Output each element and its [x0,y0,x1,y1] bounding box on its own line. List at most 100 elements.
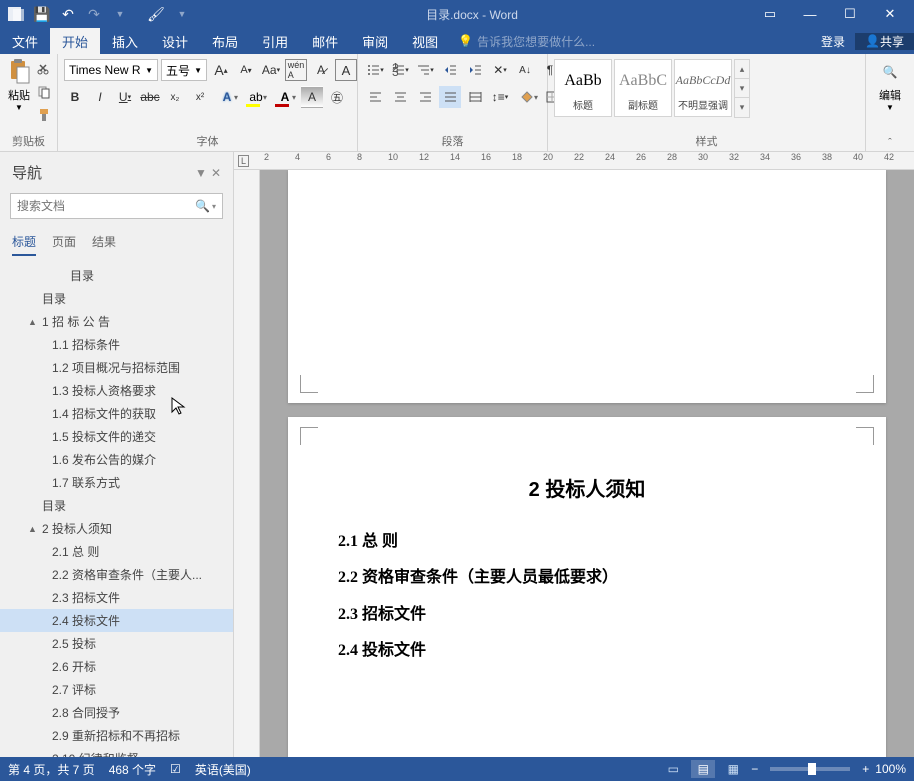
tab-review[interactable]: 审阅 [350,28,400,54]
document-scroll[interactable]: 2 投标人须知 2.1 总 则 2.2 资格审查条件（主要人员最低要求） 2.3… [234,170,914,757]
text-effects-button[interactable]: A▾ [214,86,240,108]
tab-insert[interactable]: 插入 [100,28,150,54]
ruler-horizontal[interactable]: L 24681012141618202224262830323436384042 [234,152,914,170]
status-proofing-icon[interactable]: ☑ [170,762,181,776]
undo-icon[interactable]: ↶ [56,2,80,26]
nav-dropdown-icon[interactable]: ▼ [195,166,207,180]
expand-icon[interactable]: ▲ [28,317,42,327]
align-right-button[interactable] [414,86,436,108]
maximize-icon[interactable]: ☐ [830,0,870,28]
nav-search[interactable]: 🔍▾ [10,193,223,219]
nav-item[interactable]: 2.7 评标 [0,678,233,701]
nav-item[interactable]: 2.1 总 则 [0,540,233,563]
nav-item[interactable]: 1.1 招标条件 [0,333,233,356]
view-read-icon[interactable]: ▭ [661,760,685,778]
asian-layout-button[interactable]: ✕▾ [489,59,511,81]
nav-item[interactable]: 目录 [0,494,233,517]
zoom-out-icon[interactable]: − [751,762,758,776]
nav-item[interactable]: ▲2 投标人须知 [0,517,233,540]
change-case-button[interactable]: Aa▾ [260,59,282,81]
tab-mailings[interactable]: 邮件 [300,28,350,54]
nav-item[interactable]: 2.9 重新招标和不再招标 [0,724,233,747]
qat-dropdown-icon[interactable]: ▼ [170,2,194,26]
sort-button[interactable]: A↓ [514,59,536,81]
minimize-icon[interactable]: — [790,0,830,28]
shading-button[interactable]: ▾ [514,86,540,108]
zoom-level[interactable]: 100% [875,762,906,776]
nav-tab-pages[interactable]: 页面 [52,233,76,256]
font-size-select[interactable]: 五号▼ [161,59,207,81]
style-emphasis[interactable]: AaBbCcDd不明显强调 [674,59,732,117]
view-print-icon[interactable]: ▤ [691,760,715,778]
nav-item[interactable]: ▲1 招 标 公 告 [0,310,233,333]
collapse-ribbon-icon[interactable]: ˆ [872,135,908,149]
char-border-button[interactable]: A [335,59,357,81]
font-name-select[interactable]: Times New R▼ [64,59,158,81]
styles-up-icon[interactable]: ▴ [735,60,749,79]
phonetic-guide-button[interactable]: wénA [285,59,307,81]
nav-item[interactable]: 目录 [0,287,233,310]
status-language[interactable]: 英语(美国) [195,761,251,778]
nav-item[interactable]: 1.4 招标文件的获取 [0,402,233,425]
search-dropdown-icon[interactable]: ▾ [212,202,216,211]
search-icon[interactable]: 🔍 [195,199,210,213]
styles-expand-icon[interactable]: ▾ [735,98,749,117]
format-painter-quick-icon[interactable]: 🖌 [144,2,168,26]
login-button[interactable]: 登录 [811,33,855,50]
nav-item[interactable]: 2.8 合同授予 [0,701,233,724]
nav-item[interactable]: 1.3 投标人资格要求 [0,379,233,402]
copy-button[interactable] [34,82,54,102]
clear-formatting-button[interactable]: A̷ [310,59,332,81]
nav-tab-results[interactable]: 结果 [92,233,116,256]
zoom-thumb[interactable] [808,763,816,775]
increase-indent-button[interactable] [464,59,486,81]
ribbon-options-icon[interactable]: ▭ [750,0,790,28]
grow-font-button[interactable]: A▴ [210,59,232,81]
page-prev[interactable] [288,170,886,403]
tab-design[interactable]: 设计 [150,28,200,54]
status-page[interactable]: 第 4 页，共 7 页 [8,761,95,778]
nav-item[interactable]: 1.6 发布公告的媒介 [0,448,233,471]
word-icon[interactable] [4,2,28,26]
save-icon[interactable]: 💾 [30,2,54,26]
close-icon[interactable]: ✕ [870,0,910,28]
styles-down-icon[interactable]: ▾ [735,79,749,98]
page-current[interactable]: 2 投标人须知 2.1 总 则 2.2 资格审查条件（主要人员最低要求） 2.3… [288,417,886,757]
search-input[interactable] [17,199,195,213]
nav-item[interactable]: 1.7 联系方式 [0,471,233,494]
strikethrough-button[interactable]: abc [139,86,161,108]
ruler-vertical[interactable] [234,170,260,757]
find-button[interactable]: 🔍 编辑 ▼ [872,57,908,112]
nav-item[interactable]: 2.4 投标文件 [0,609,233,632]
style-heading[interactable]: AaBb标题 [554,59,612,117]
view-web-icon[interactable]: ▦ [721,760,745,778]
distributed-button[interactable] [464,86,486,108]
style-subtitle[interactable]: AaBbC副标题 [614,59,672,117]
underline-button[interactable]: U▾ [114,86,136,108]
char-shading-button[interactable]: A [301,86,323,108]
tab-layout[interactable]: 布局 [200,28,250,54]
tab-references[interactable]: 引用 [250,28,300,54]
tell-me[interactable]: 💡 告诉我您想要做什么... [450,28,811,54]
tab-home[interactable]: 开始 [50,28,100,54]
paste-button[interactable]: 粘贴 ▼ [6,57,32,112]
nav-item[interactable]: 1.5 投标文件的递交 [0,425,233,448]
nav-item[interactable]: 2.5 投标 [0,632,233,655]
shrink-font-button[interactable]: A▾ [235,59,257,81]
decrease-indent-button[interactable] [439,59,461,81]
redo-icon[interactable]: ↷ [82,2,106,26]
nav-item[interactable]: 2.2 资格审查条件（主要人... [0,563,233,586]
nav-item[interactable]: 目录 [0,264,233,287]
tab-file[interactable]: 文件 [0,28,50,54]
subscript-button[interactable]: x₂ [164,86,186,108]
cut-button[interactable] [34,59,54,79]
superscript-button[interactable]: x² [189,86,211,108]
align-justify-button[interactable] [439,86,461,108]
nav-item[interactable]: 2.10 纪律和监督 [0,747,233,757]
zoom-slider[interactable] [770,767,850,771]
tab-view[interactable]: 视图 [400,28,450,54]
font-color-button[interactable]: A▾ [272,86,298,108]
line-spacing-button[interactable]: ↕≡▾ [489,86,511,108]
nav-item[interactable]: 2.6 开标 [0,655,233,678]
nav-close-icon[interactable]: ✕ [211,166,221,180]
